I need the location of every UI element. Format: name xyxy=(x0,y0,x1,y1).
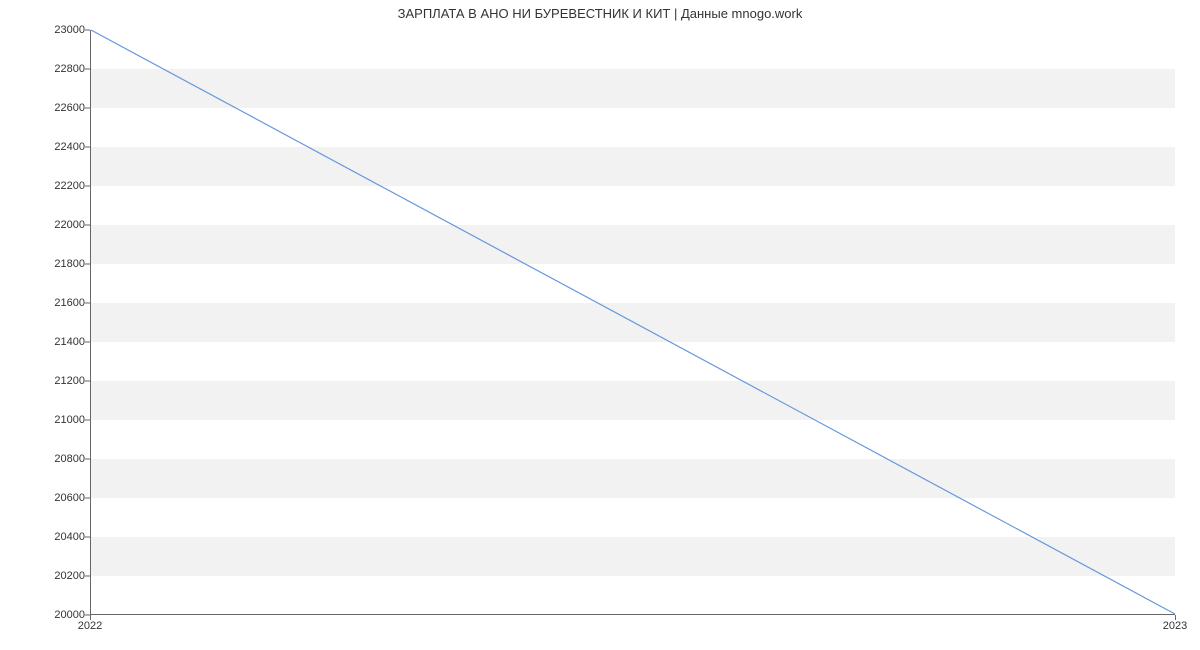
y-tick-mark xyxy=(85,459,90,460)
y-tick-mark xyxy=(85,108,90,109)
y-tick-label: 23000 xyxy=(40,24,85,36)
y-tick-label: 22400 xyxy=(40,141,85,153)
x-tick-label: 2022 xyxy=(78,620,102,632)
y-tick-mark xyxy=(85,381,90,382)
y-tick-mark xyxy=(85,225,90,226)
y-tick-mark xyxy=(85,69,90,70)
y-tick-label: 21400 xyxy=(40,336,85,348)
y-tick-mark xyxy=(85,498,90,499)
y-tick-label: 20800 xyxy=(40,453,85,465)
y-tick-mark xyxy=(85,537,90,538)
y-tick-mark xyxy=(85,264,90,265)
y-tick-mark xyxy=(85,186,90,187)
y-tick-mark xyxy=(85,303,90,304)
y-tick-mark xyxy=(85,420,90,421)
y-tick-label: 21800 xyxy=(40,258,85,270)
data-line xyxy=(91,30,1175,614)
y-tick-mark xyxy=(85,576,90,577)
x-tick-mark xyxy=(90,615,91,620)
y-tick-mark xyxy=(85,30,90,31)
y-tick-label: 22200 xyxy=(40,180,85,192)
chart-title: ЗАРПЛАТА В АНО НИ БУРЕВЕСТНИК И КИТ | Да… xyxy=(0,6,1200,21)
y-tick-label: 22600 xyxy=(40,102,85,114)
plot-area xyxy=(90,30,1175,615)
x-tick-label: 2023 xyxy=(1163,620,1187,632)
chart-container: ЗАРПЛАТА В АНО НИ БУРЕВЕСТНИК И КИТ | Да… xyxy=(0,0,1200,650)
y-tick-mark xyxy=(85,147,90,148)
x-tick-mark xyxy=(1175,615,1176,620)
y-tick-label: 21200 xyxy=(40,375,85,387)
y-tick-label: 22000 xyxy=(40,219,85,231)
y-tick-label: 22800 xyxy=(40,63,85,75)
y-tick-label: 20400 xyxy=(40,531,85,543)
y-tick-label: 21000 xyxy=(40,414,85,426)
y-tick-label: 20200 xyxy=(40,570,85,582)
y-tick-label: 21600 xyxy=(40,297,85,309)
y-tick-mark xyxy=(85,342,90,343)
y-tick-label: 20600 xyxy=(40,492,85,504)
